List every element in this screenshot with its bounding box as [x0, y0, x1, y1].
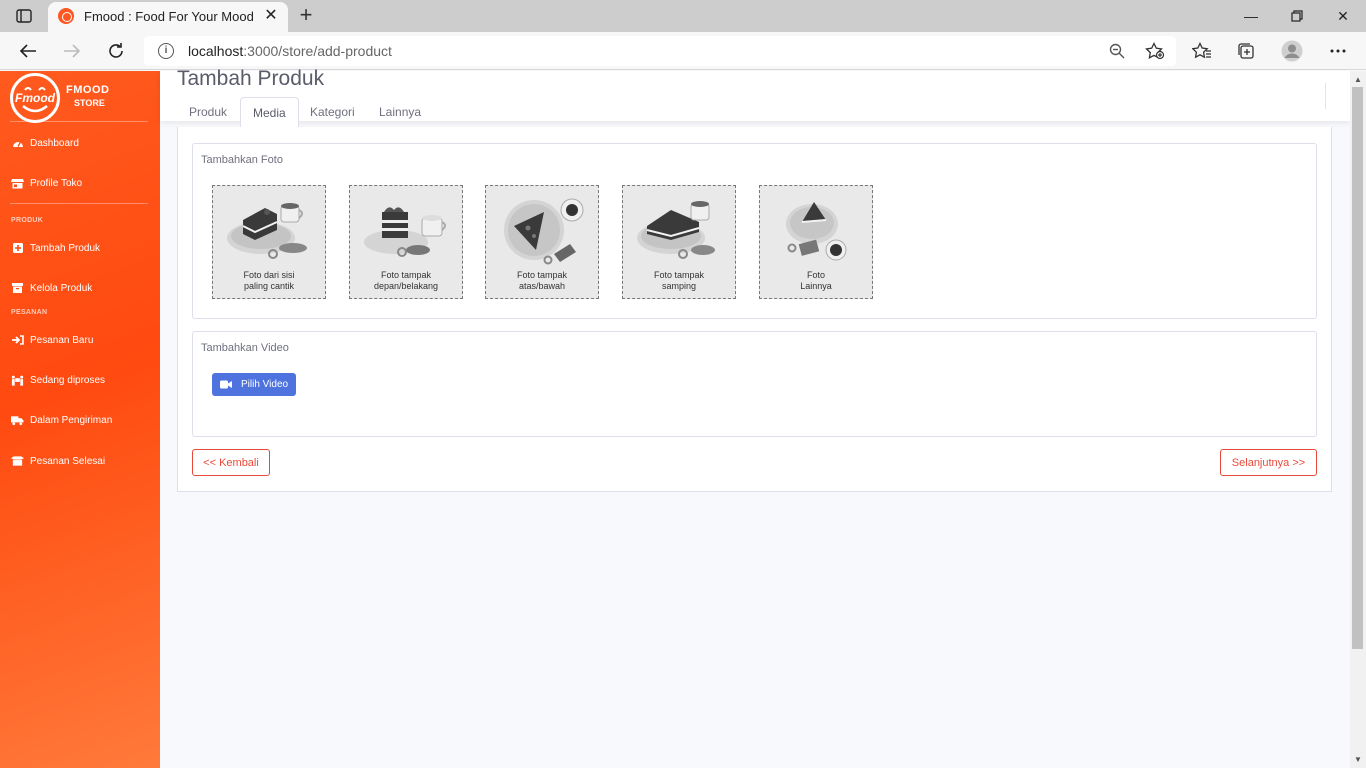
archive-icon [11, 283, 24, 294]
site-info-icon[interactable]: i [158, 43, 174, 59]
fmood-logo-icon: Fmood [10, 73, 60, 123]
brand-logo-text: Fmood [15, 91, 55, 105]
photo-slot-label: Foto Lainnya [800, 270, 832, 291]
pilih-video-label: Pilih Video [241, 379, 289, 390]
cake-photo-placeholder-icon [504, 198, 584, 265]
close-window-icon[interactable]: ✕ [1320, 0, 1366, 32]
product-tabs: Produk Media Kategori Lainnya [177, 97, 1331, 128]
url-text: localhost:3000/store/add-product [188, 43, 392, 59]
photo-slot-label: Foto tampak atas/bawah [516, 270, 568, 291]
sidebar-item-label: Tambah Produk [30, 242, 101, 254]
add-favorite-icon[interactable] [1144, 41, 1166, 61]
truck-icon [11, 415, 24, 426]
sidebar-item-label: Pesanan Baru [30, 334, 94, 346]
sidebar-heading-pesanan: PESANAN [11, 309, 48, 316]
tab-kategori[interactable]: Kategori [298, 97, 367, 128]
photo-upload-slot[interactable]: Foto dari sisi paling cantik [212, 185, 326, 299]
sidebar-item-pesanan-baru[interactable]: Pesanan Baru [11, 332, 93, 348]
browser-tab[interactable]: Fmood : Food For Your Mood ✕ [48, 2, 288, 32]
sidebar-item-profile-toko[interactable]: Profile Toko [11, 175, 82, 191]
scroll-down-icon[interactable]: ▼ [1354, 755, 1362, 764]
people-carry-icon [11, 375, 24, 386]
page-title: Tambah Produk [177, 67, 325, 90]
photo-upload-slot[interactable]: Foto Lainnya [759, 185, 873, 299]
page-scrollbar[interactable]: ▲ ▼ [1350, 71, 1366, 768]
photo-upload-slot[interactable]: Foto tampak atas/bawah [485, 185, 599, 299]
tab-lainnya[interactable]: Lainnya [367, 97, 433, 128]
sidebar-item-label: Sedang diproses [30, 374, 106, 386]
zoom-icon[interactable] [1106, 41, 1128, 61]
sidebar-item-label: Kelola Produk [30, 282, 93, 294]
sign-in-icon [11, 335, 24, 346]
photo-upload-slot[interactable]: Foto tampak depan/belakang [349, 185, 463, 299]
sidebar-item-label: Dashboard [30, 137, 79, 149]
restore-icon[interactable] [1274, 0, 1320, 32]
sidebar-heading-produk: PRODUK [11, 217, 44, 224]
sidebar: Fmood FMOOD STORE Dashboard Profile Toko… [0, 71, 160, 768]
sidebar-item-label: Profile Toko [30, 177, 83, 189]
sidebar-item-kelola-produk[interactable]: Kelola Produk [11, 280, 92, 296]
photo-upload-slot[interactable]: Foto tampak samping [622, 185, 736, 299]
browser-tab-bar: Fmood : Food For Your Mood ✕ + — ✕ [0, 0, 1366, 32]
cake-photo-placeholder-icon [637, 201, 715, 259]
brand-name: FMOOD [66, 84, 110, 96]
video-section-title: Tambahkan Video [201, 342, 289, 354]
cake-photo-placeholder-icon [227, 203, 307, 259]
favorites-icon[interactable] [1190, 40, 1214, 62]
brand[interactable]: Fmood FMOOD STORE [10, 73, 150, 123]
minimize-icon[interactable]: — [1228, 0, 1274, 32]
cake-photo-placeholder-icon [786, 202, 847, 261]
forward-icon[interactable] [58, 38, 86, 64]
fmood-favicon-icon [58, 8, 74, 24]
close-tab-icon[interactable]: ✕ [262, 7, 280, 25]
tab-produk[interactable]: Produk [177, 97, 239, 128]
video-section: Tambahkan Video [192, 331, 1317, 437]
tab-media[interactable]: Media [240, 97, 299, 128]
brand-sub: STORE [74, 98, 105, 108]
tab-title: Fmood : Food For Your Mood [84, 9, 254, 24]
new-tab-icon[interactable]: + [294, 4, 318, 28]
sidebar-item-dashboard[interactable]: Dashboard [11, 135, 79, 151]
sidebar-item-dalam-pengiriman[interactable]: Dalam Pengiriman [11, 412, 112, 428]
back-icon[interactable] [14, 38, 42, 64]
foto-section-title: Tambahkan Foto [201, 154, 283, 166]
sidebar-item-pesanan-selesai[interactable]: Pesanan Selesai [11, 453, 105, 469]
pilih-video-button[interactable]: Pilih Video [212, 373, 296, 396]
store-icon [11, 178, 24, 189]
collections-icon[interactable] [1234, 40, 1258, 62]
sidebar-item-label: Dalam Pengiriman [30, 414, 113, 426]
kembali-button[interactable]: << Kembali [192, 449, 270, 476]
tab-actions-icon[interactable] [10, 6, 38, 26]
sidebar-item-label: Pesanan Selesai [30, 455, 106, 467]
browser-toolbar: i localhost:3000/store/add-product [0, 32, 1366, 70]
scroll-thumb[interactable] [1352, 87, 1363, 649]
selanjutnya-button[interactable]: Selanjutnya >> [1220, 449, 1317, 476]
photo-slot-label: Foto tampak samping [653, 270, 705, 291]
photo-slot-label: Foto tampak depan/belakang [373, 270, 439, 291]
tachometer-icon [11, 138, 24, 149]
address-bar[interactable]: i localhost:3000/store/add-product [144, 36, 1176, 66]
sidebar-item-tambah-produk[interactable]: Tambah Produk [11, 240, 100, 256]
video-camera-icon [220, 380, 232, 389]
box-open-icon [11, 456, 24, 467]
sidebar-divider [10, 121, 148, 122]
plus-square-icon [11, 243, 24, 254]
reload-icon[interactable] [102, 38, 130, 64]
profile-avatar-icon[interactable] [1280, 40, 1304, 62]
scroll-up-icon[interactable]: ▲ [1354, 75, 1362, 84]
sidebar-item-sedang-diproses[interactable]: Sedang diproses [11, 372, 105, 388]
photo-slot-label: Foto dari sisi paling cantik [243, 270, 295, 291]
more-options-icon[interactable] [1326, 40, 1350, 62]
sidebar-divider [10, 203, 148, 204]
cake-photo-placeholder-icon [364, 207, 446, 257]
